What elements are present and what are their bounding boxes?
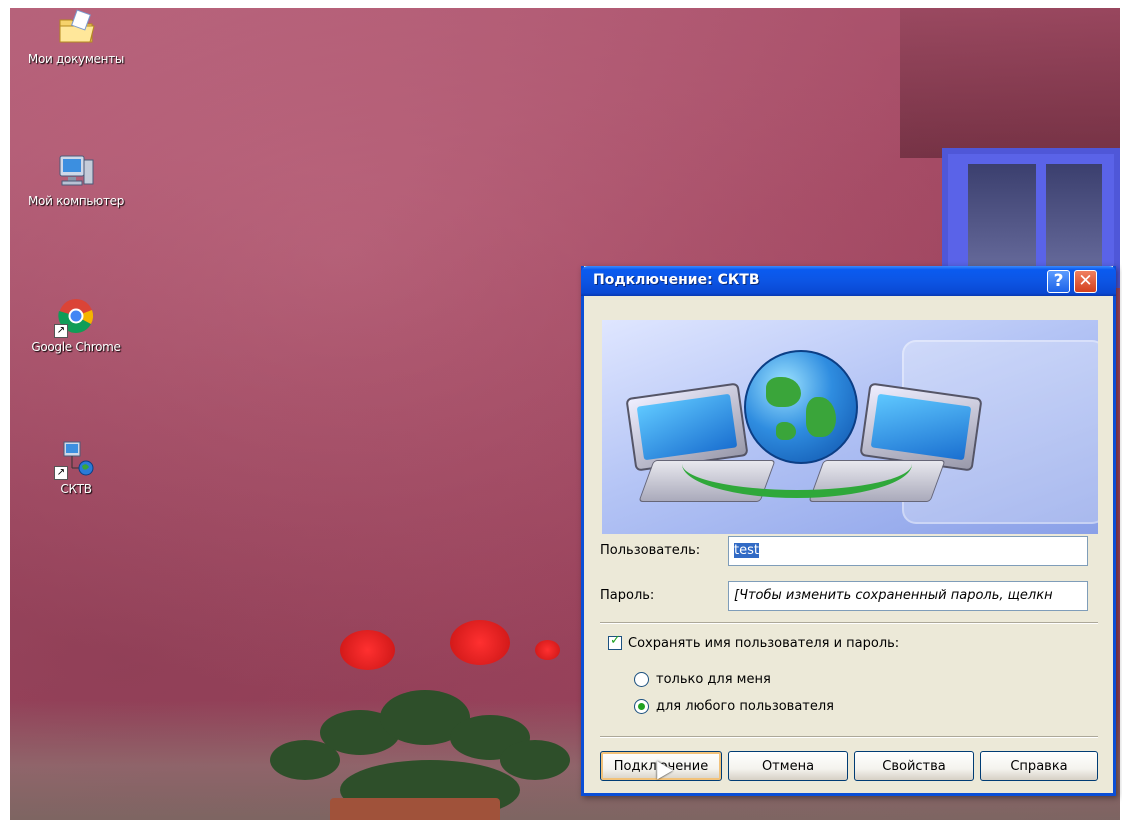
shortcut-arrow-icon: ↗ bbox=[54, 466, 68, 480]
globe-icon bbox=[744, 350, 858, 464]
close-icon[interactable]: ✕ bbox=[1074, 270, 1097, 293]
username-field[interactable]: test bbox=[728, 536, 1088, 566]
user-label: Пользователь: bbox=[600, 543, 701, 558]
password-label: Пароль: bbox=[600, 588, 655, 603]
radio-only-me-label[interactable]: только для меня bbox=[656, 672, 771, 687]
radio-any-user[interactable] bbox=[634, 699, 649, 714]
divider bbox=[600, 622, 1098, 624]
shortcut-arrow-icon: ↗ bbox=[54, 324, 68, 338]
password-value: [Чтобы изменить сохраненный пароль, щелк… bbox=[734, 588, 1053, 603]
desktop-icon-google-chrome[interactable]: ↗ Google Chrome bbox=[6, 296, 146, 354]
password-field[interactable]: [Чтобы изменить сохраненный пароль, щелк… bbox=[728, 581, 1088, 611]
cancel-button[interactable]: Отмена bbox=[728, 751, 848, 781]
wallpaper-geraniums bbox=[270, 620, 580, 820]
desktop-icon-label: СКТВ bbox=[60, 482, 92, 496]
my-documents-folder-icon bbox=[56, 8, 96, 48]
radio-any-user-label[interactable]: для любого пользователя bbox=[656, 699, 834, 714]
checkmark-icon: ✓ bbox=[610, 633, 621, 648]
properties-button[interactable]: Свойства bbox=[854, 751, 974, 781]
my-computer-icon bbox=[56, 150, 96, 190]
desktop-icon-my-documents[interactable]: Мои документы bbox=[6, 8, 146, 66]
save-credentials-label[interactable]: Сохранять имя пользователя и пароль: bbox=[628, 636, 899, 651]
desktop-icon-label: Мой компьютер bbox=[27, 194, 125, 208]
network-connection-icon: ↗ bbox=[54, 438, 96, 480]
help-icon[interactable]: ? bbox=[1047, 270, 1070, 293]
wall-shadow bbox=[900, 8, 1120, 158]
google-chrome-icon: ↗ bbox=[54, 296, 96, 338]
radio-only-me[interactable] bbox=[634, 672, 649, 687]
connection-dialog: Подключение: СКТВ ? ✕ Пользователь: test… bbox=[581, 266, 1116, 796]
desktop-icon-my-computer[interactable]: Мой компьютер bbox=[6, 150, 146, 208]
username-value: test bbox=[734, 543, 759, 558]
radio-selected-dot bbox=[638, 703, 645, 710]
dialog-titlebar[interactable]: Подключение: СКТВ ? ✕ bbox=[581, 266, 1116, 296]
divider bbox=[600, 736, 1098, 738]
dialog-title: Подключение: СКТВ bbox=[593, 272, 760, 288]
desktop-icon-label: Google Chrome bbox=[31, 340, 121, 354]
connection-banner bbox=[602, 320, 1098, 534]
desktop-icon-label: Мои документы bbox=[27, 52, 125, 66]
save-credentials-checkbox[interactable]: ✓ bbox=[608, 633, 622, 650]
wallpaper-flower-pot bbox=[330, 798, 500, 820]
help-button[interactable]: Справка bbox=[980, 751, 1098, 781]
desktop-icon-sktv[interactable]: ↗ СКТВ bbox=[6, 438, 146, 496]
